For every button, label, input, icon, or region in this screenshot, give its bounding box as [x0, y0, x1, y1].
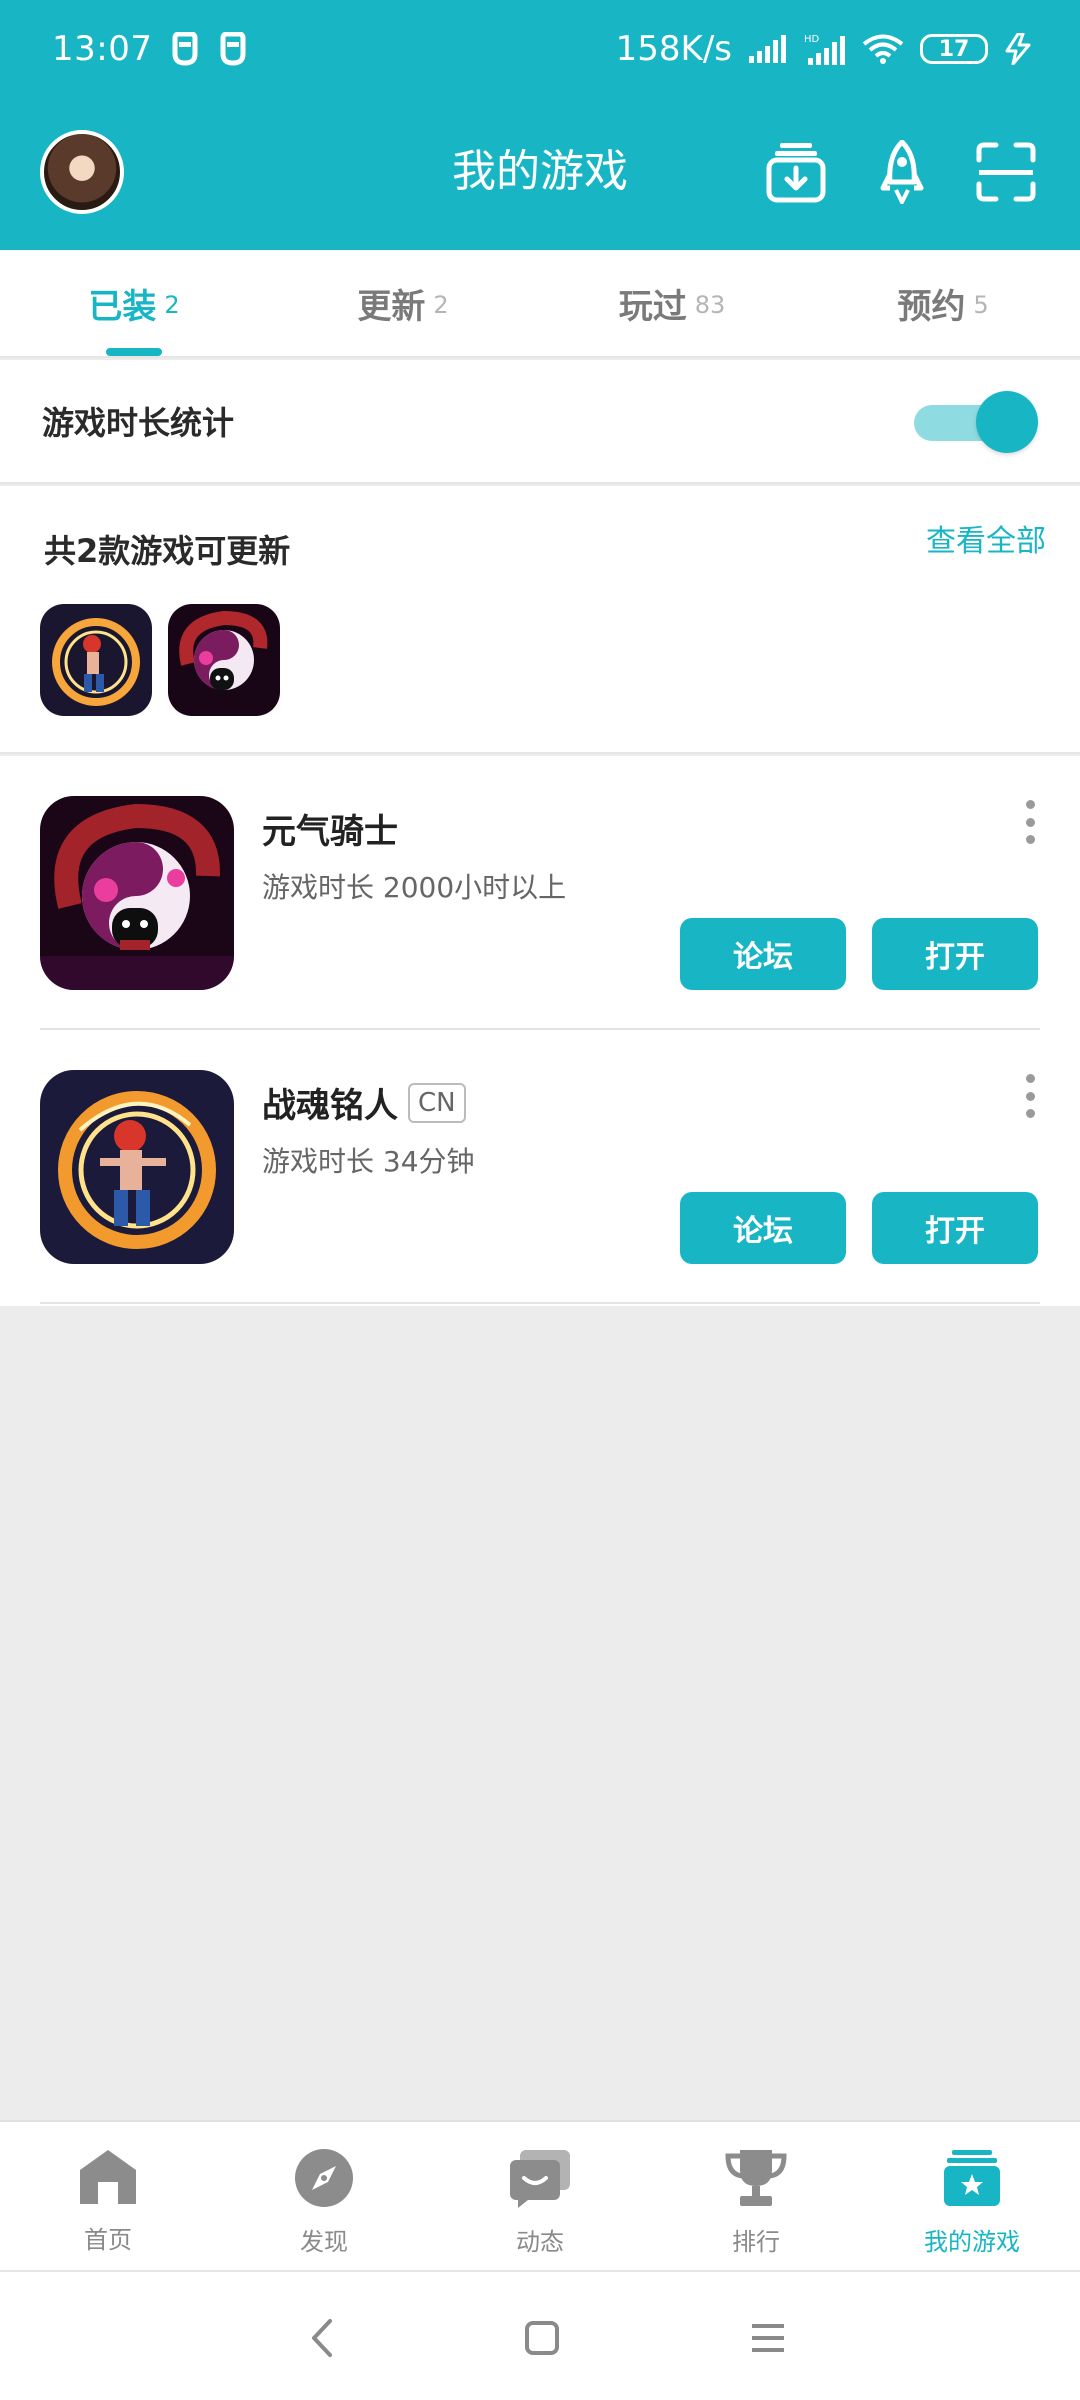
trophy-icon [724, 2148, 788, 2212]
game-title: 元气骑士 [262, 812, 398, 852]
tab-count: 2 [433, 291, 449, 319]
tab-indicator [106, 348, 162, 356]
battery-icon: 17 [920, 34, 988, 64]
svg-text:HD: HD [804, 34, 820, 45]
scan-button[interactable] [966, 134, 1046, 214]
tab-label: 更新 [357, 286, 426, 327]
more-options-button[interactable] [1020, 1074, 1040, 1118]
playtime-stats-label: 游戏时长统计 [42, 404, 235, 442]
tab-updates[interactable]: 更新 2 [268, 250, 538, 356]
list-item[interactable]: 战魂铭人 CN 游戏时长 34分钟 论坛 打开 [40, 1030, 1040, 1304]
menu-icon [750, 2322, 786, 2358]
game-playtime: 游戏时长 34分钟 [262, 1145, 475, 1178]
chat-icon [508, 2148, 572, 2212]
hd-signal-icon: HD [804, 32, 846, 66]
scan-icon [976, 142, 1036, 206]
tab-played[interactable]: 玩过 83 [538, 250, 806, 356]
nav-ranking[interactable]: 排行 [648, 2122, 864, 2270]
status-bar: 13:07 158K/s HD 17 [0, 0, 1080, 98]
tab-reserved[interactable]: 预约 5 [806, 250, 1080, 356]
toggle-knob [976, 391, 1038, 453]
nav-my-games[interactable]: 我的游戏 [864, 2122, 1080, 2270]
tab-count: 83 [694, 291, 726, 319]
view-all-link[interactable]: 查看全部 [926, 516, 1046, 560]
signal-icon [748, 34, 788, 64]
forum-button[interactable]: 论坛 [680, 1192, 846, 1264]
back-button[interactable] [296, 2314, 348, 2366]
notification-icon [170, 32, 200, 66]
rocket-icon [880, 139, 924, 208]
my-games-icon [942, 2148, 1002, 2212]
net-speed: 158K/s [615, 29, 732, 69]
playtime-stats-toggle[interactable] [910, 391, 1038, 453]
more-options-button[interactable] [1020, 800, 1040, 844]
tab-label: 玩过 [618, 286, 687, 327]
game-icon-zhanhun[interactable] [40, 1070, 234, 1264]
updates-title: 共2款游戏可更新 [44, 532, 291, 570]
game-icon-zhanhun-mini[interactable] [40, 604, 152, 716]
region-tag: CN [408, 1082, 466, 1123]
nav-discover[interactable]: 发现 [216, 2122, 432, 2270]
tab-count: 2 [164, 291, 180, 319]
notification-icon [218, 32, 248, 66]
tab-label: 已装 [88, 286, 157, 327]
nav-label: 首页 [84, 2226, 132, 2254]
updates-section: 共2款游戏可更新 查看全部 [0, 486, 1080, 754]
game-name: 战魂铭人 CN [262, 1078, 466, 1127]
download-button[interactable] [756, 134, 836, 214]
charging-icon [1004, 33, 1032, 65]
nav-label: 动态 [516, 2228, 564, 2256]
nav-label: 发现 [300, 2228, 348, 2256]
rocket-button[interactable] [862, 134, 942, 214]
app-header: 我的游戏 [0, 98, 1080, 250]
compass-icon [294, 2148, 354, 2212]
open-button[interactable]: 打开 [872, 1192, 1038, 1264]
tab-label: 预约 [897, 286, 966, 327]
system-nav-bar [0, 2270, 1080, 2400]
playtime-stats-row: 游戏时长统计 [0, 360, 1080, 484]
forum-button[interactable]: 论坛 [680, 918, 846, 990]
home-button[interactable] [516, 2314, 568, 2366]
nav-label: 我的游戏 [924, 2228, 1020, 2256]
tab-installed[interactable]: 已装 2 [0, 250, 268, 356]
open-button[interactable]: 打开 [872, 918, 1038, 990]
tab-count: 5 [973, 291, 989, 319]
status-time: 13:07 [52, 29, 153, 69]
list-item[interactable]: 元气骑士 游戏时长 2000小时以上 论坛 打开 [40, 756, 1040, 1030]
game-name: 元气骑士 [262, 804, 398, 853]
nav-label: 排行 [732, 2228, 780, 2256]
game-playtime: 游戏时长 2000小时以上 [262, 871, 567, 904]
tab-bar: 已装 2 更新 2 玩过 83 预约 5 [0, 250, 1080, 358]
game-title: 战魂铭人 [262, 1086, 398, 1126]
recents-button[interactable] [742, 2314, 794, 2366]
game-icon-soul-knight[interactable] [40, 796, 234, 990]
nav-feed[interactable]: 动态 [432, 2122, 648, 2270]
game-icon-soul-knight-mini[interactable] [168, 604, 280, 716]
download-icon [766, 141, 826, 207]
wifi-icon [862, 33, 904, 65]
square-icon [524, 2320, 560, 2360]
installed-games-list: 元气骑士 游戏时长 2000小时以上 论坛 打开 战魂铭人 CN 游戏时长 34… [0, 756, 1080, 1306]
back-icon [310, 2318, 334, 2362]
bottom-nav: 首页 发现 动态 排行 我的游戏 [0, 2120, 1080, 2270]
nav-home[interactable]: 首页 [0, 2122, 216, 2270]
home-icon [78, 2148, 138, 2210]
battery-level: 17 [938, 36, 970, 62]
